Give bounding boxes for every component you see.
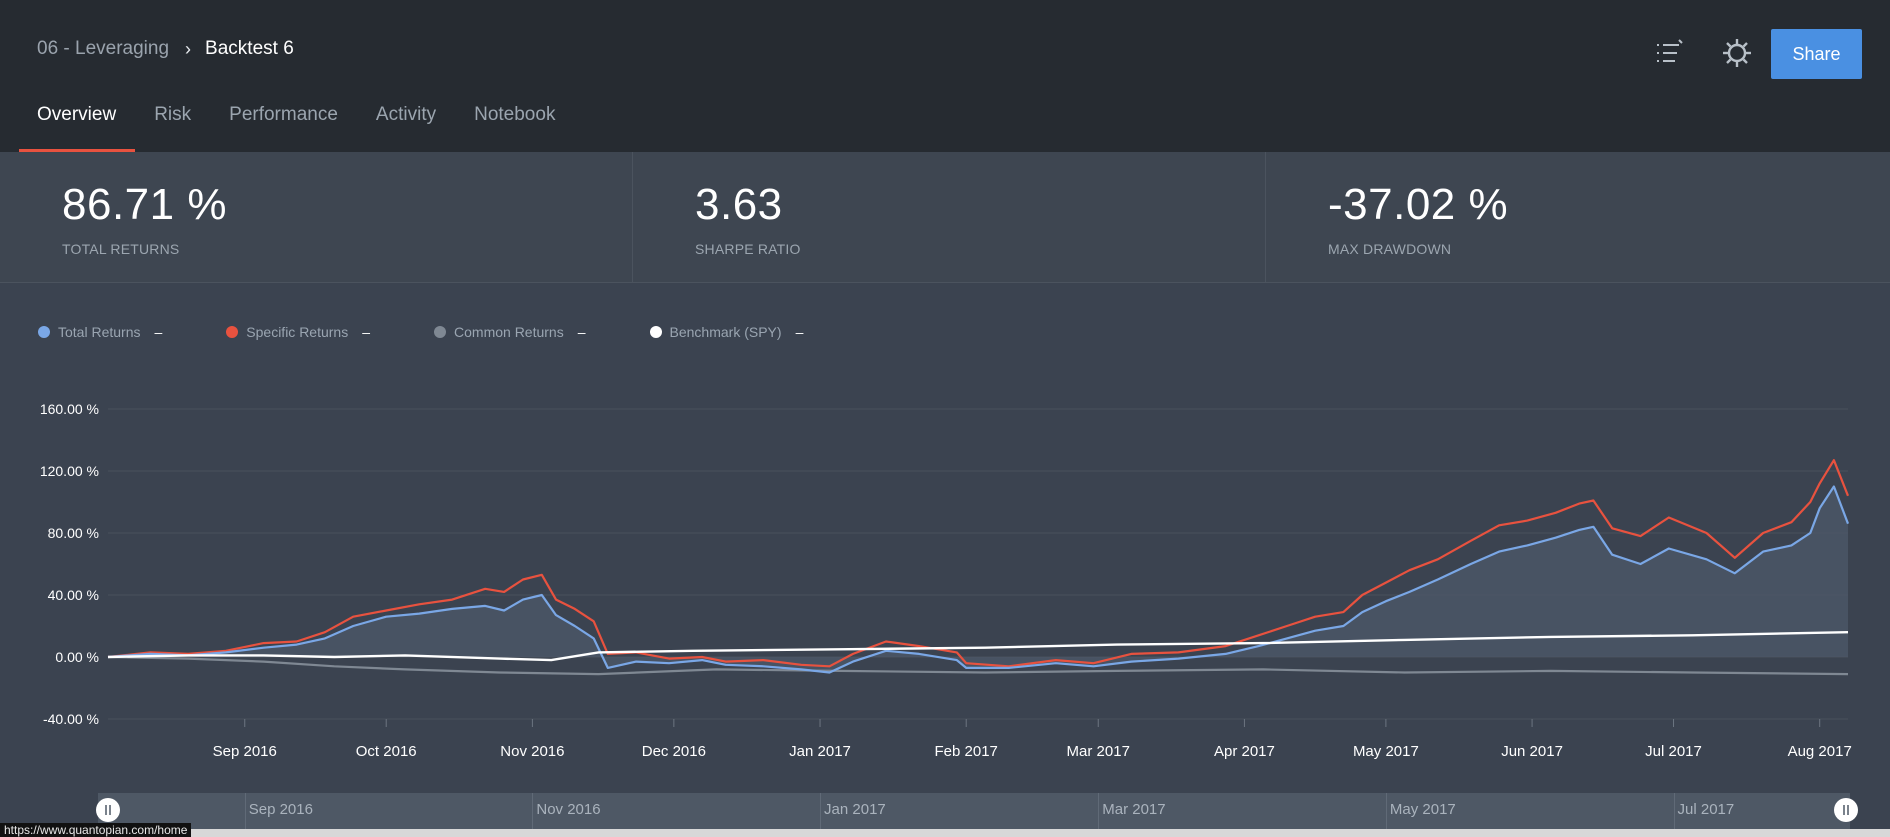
legend-label: Benchmark (SPY) xyxy=(669,324,782,340)
navigator-right-handle[interactable] xyxy=(1834,798,1858,822)
total-returns-area xyxy=(108,486,1848,673)
x-tick-label: Jan 2017 xyxy=(789,743,851,760)
total-returns-value: 86.71 % xyxy=(62,180,227,229)
navigator-tick xyxy=(244,793,246,829)
share-button[interactable]: Share xyxy=(1771,29,1862,79)
navigator-tick xyxy=(1673,793,1675,829)
legend-value: – xyxy=(577,324,586,340)
breadcrumb: 06 - Leveraging › Backtest 6 xyxy=(37,36,294,62)
tab-activity[interactable]: Activity xyxy=(357,100,455,152)
x-tick-label: Jul 2017 xyxy=(1645,743,1702,760)
total-returns-label: TOTAL RETURNS xyxy=(62,241,180,257)
stats-panel: 86.71 % TOTAL RETURNS 3.63 SHARPE RATIO … xyxy=(0,152,1890,283)
legend-label: Specific Returns xyxy=(246,324,349,340)
x-tick-label: Nov 2016 xyxy=(500,743,564,760)
chevron-right-icon: › xyxy=(185,38,192,59)
x-tick-label: Jun 2017 xyxy=(1501,743,1563,760)
navigator-tick xyxy=(532,793,534,829)
x-tick-label: May 2017 xyxy=(1353,743,1419,760)
navigator-left-handle[interactable] xyxy=(96,798,120,822)
navigator-tick xyxy=(1385,793,1387,829)
top-bar: 06 - Leveraging › Backtest 6 Overview Ri… xyxy=(0,0,1890,152)
status-bar-url: https://www.quantopian.com/home xyxy=(0,823,192,837)
navigator-label: Nov 2016 xyxy=(536,801,601,818)
y-tick-label: 80.00 % xyxy=(48,525,99,541)
legend-item-common-returns[interactable]: Common Returns – xyxy=(434,324,586,340)
returns-chart[interactable]: 160.00 % 120.00 % 80.00 % 40.00 % 0.00 % -40.… xyxy=(0,380,1890,770)
x-tick-label: Mar 2017 xyxy=(1067,743,1130,760)
max-drawdown-value: -37.02 % xyxy=(1328,180,1509,229)
x-tick-label: Sep 2016 xyxy=(213,743,277,760)
navigator-label: Sep 2016 xyxy=(248,801,313,818)
tab-bar: Overview Risk Performance Activity Noteb… xyxy=(0,100,574,152)
legend-item-total-returns[interactable]: Total Returns – xyxy=(38,324,162,340)
y-tick-label: 160.00 % xyxy=(40,401,99,417)
navigator-tick xyxy=(1098,793,1100,829)
tab-notebook[interactable]: Notebook xyxy=(455,100,574,152)
legend-label: Total Returns xyxy=(58,324,141,340)
list-icon[interactable] xyxy=(1652,36,1686,70)
x-tick-label: Dec 2016 xyxy=(642,743,706,760)
y-tick-label: 0.00 % xyxy=(55,649,99,665)
x-tick-label: Oct 2016 xyxy=(356,743,417,760)
legend-value: – xyxy=(795,324,804,340)
chart-legend: Total Returns – Specific Returns – Commo… xyxy=(38,322,803,342)
tab-performance[interactable]: Performance xyxy=(210,100,357,152)
horizontal-scrollbar[interactable] xyxy=(0,829,1890,837)
stat-max-drawdown: -37.02 % MAX DRAWDOWN xyxy=(1266,152,1890,282)
legend-label: Common Returns xyxy=(454,324,564,340)
navigator-label: Jul 2017 xyxy=(1677,801,1735,818)
sharpe-ratio-label: SHARPE RATIO xyxy=(695,241,801,257)
x-tick-label: Feb 2017 xyxy=(935,743,998,760)
stat-total-returns: 86.71 % TOTAL RETURNS xyxy=(0,152,633,282)
y-tick-label: 120.00 % xyxy=(40,463,99,479)
legend-dot xyxy=(38,326,50,338)
gear-icon[interactable] xyxy=(1720,36,1754,70)
navigator-label: May 2017 xyxy=(1389,801,1456,818)
navigator-tick xyxy=(820,793,822,829)
legend-item-benchmark[interactable]: Benchmark (SPY) – xyxy=(649,324,804,340)
x-tick-label: Apr 2017 xyxy=(1214,743,1275,760)
legend-dot xyxy=(226,326,239,338)
range-navigator[interactable]: Sep 2016 Nov 2016 Jan 2017 Mar 2017 May 2017… xyxy=(98,793,1850,829)
x-tick-label: Aug 2017 xyxy=(1788,743,1852,760)
legend-item-specific-returns[interactable]: Specific Returns – xyxy=(226,324,370,340)
breadcrumb-current: Backtest 6 xyxy=(205,38,294,59)
navigator-label: Jan 2017 xyxy=(824,801,886,818)
navigator-label: Mar 2017 xyxy=(1102,801,1166,818)
y-tick-label: 40.00 % xyxy=(48,587,99,603)
sharpe-ratio-value: 3.63 xyxy=(695,180,783,229)
y-tick-label: -40.00 % xyxy=(43,711,99,727)
breadcrumb-parent-link[interactable]: 06 - Leveraging xyxy=(37,38,169,60)
legend-dot xyxy=(649,326,662,338)
tab-risk[interactable]: Risk xyxy=(135,100,210,152)
legend-dot xyxy=(434,326,447,338)
max-drawdown-label: MAX DRAWDOWN xyxy=(1328,241,1452,257)
tab-overview[interactable]: Overview xyxy=(0,100,136,152)
stat-sharpe-ratio: 3.63 SHARPE RATIO xyxy=(633,152,1266,282)
legend-value: – xyxy=(362,324,371,340)
legend-value: – xyxy=(154,324,163,340)
